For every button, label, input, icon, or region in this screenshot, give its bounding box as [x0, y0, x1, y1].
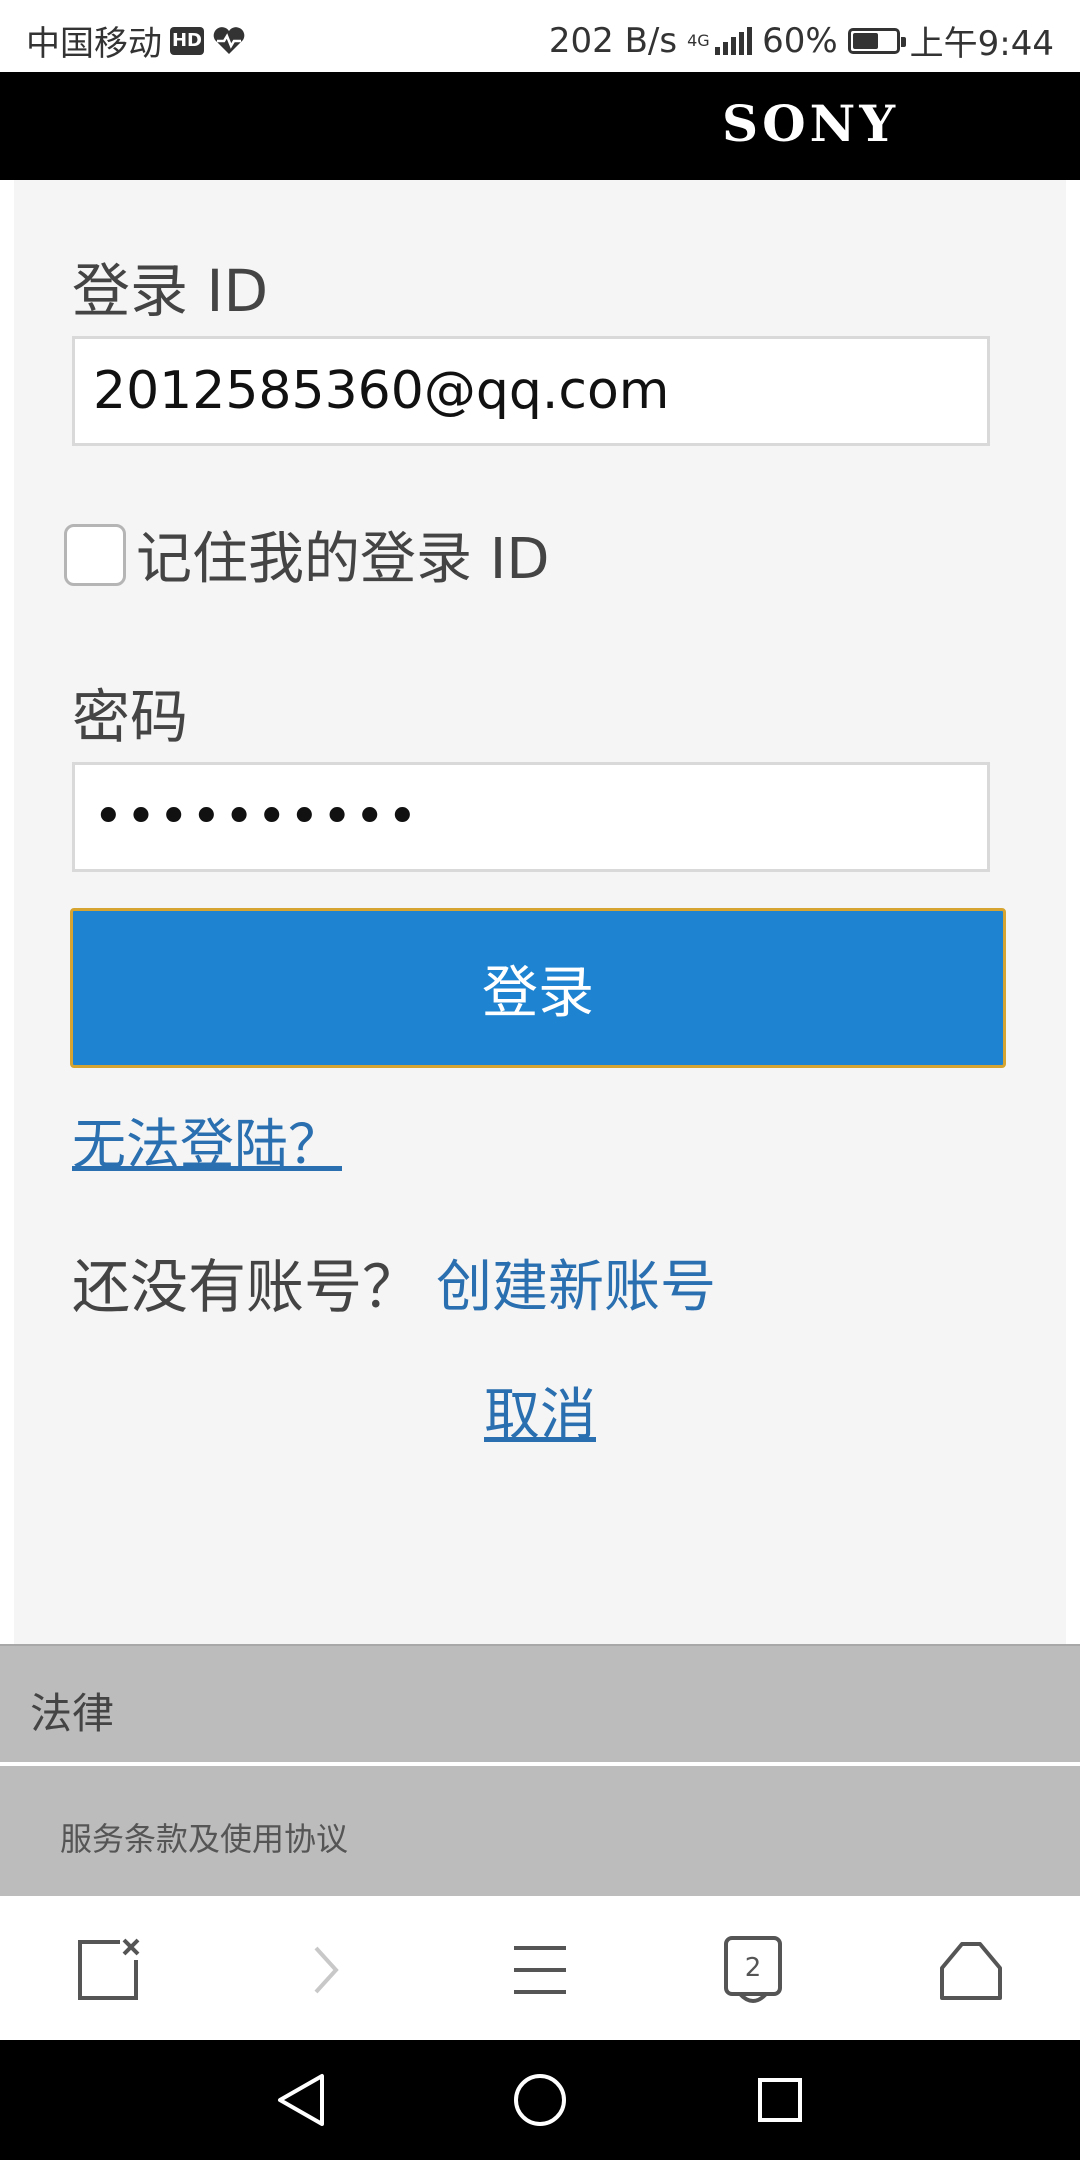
hd-badge: HD — [170, 26, 204, 55]
battery-percent: 60% — [762, 20, 838, 61]
close-page-button[interactable] — [70, 1932, 146, 2008]
remember-checkbox[interactable] — [64, 523, 126, 586]
battery-icon — [847, 27, 906, 54]
login-id-input[interactable] — [75, 339, 987, 443]
cancel-link[interactable]: 取消 — [484, 1383, 596, 1448]
cancel-row: 取消 — [14, 1370, 1066, 1451]
no-account-text: 还没有账号？ — [72, 1253, 421, 1321]
password-input[interactable] — [75, 765, 987, 869]
status-bar: 中国移动 HD 202 B/s 4G 60% 上午9:44 — [0, 0, 1080, 72]
clock: 上午9:44 — [909, 24, 1054, 64]
back-icon — [278, 2074, 324, 2126]
password-field-box — [72, 762, 990, 872]
network-type-icon: 4G — [687, 30, 710, 50]
signal-icon — [715, 26, 753, 55]
browser-toolbar: 2 — [0, 1896, 1080, 2040]
remember-row[interactable]: 记住我的登录 ID — [64, 514, 549, 595]
close-page-icon — [78, 1938, 140, 2000]
nav-recents-button[interactable] — [746, 2066, 814, 2134]
home-circle-icon — [514, 2074, 566, 2126]
login-button[interactable]: 登录 — [70, 908, 1006, 1068]
password-label: 密码 — [72, 683, 189, 751]
network-speed: 202 B/s — [548, 20, 678, 61]
home-button[interactable] — [932, 1932, 1008, 2008]
status-left: 中国移动 HD — [26, 16, 246, 65]
carrier-name: 中国移动 — [26, 24, 162, 64]
recents-icon — [758, 2078, 802, 2122]
forgot-login-link[interactable]: 无法登陆？ — [72, 1100, 342, 1179]
nav-home-button[interactable] — [506, 2066, 574, 2134]
heart-rate-icon — [213, 26, 245, 54]
legal-title: 法律 — [30, 1689, 115, 1738]
signup-row: 还没有账号？ 创建新账号 — [72, 1240, 716, 1324]
remember-label[interactable]: 记住我的登录 ID — [136, 514, 549, 595]
home-icon — [940, 1942, 1002, 2000]
terms-section: 服务条款及使用协议 — [0, 1766, 1080, 1896]
status-right: 202 B/s 4G 60% 上午9:44 — [549, 16, 1054, 65]
terms-link[interactable]: 服务条款及使用协议 — [60, 1814, 348, 1860]
svg-text:2: 2 — [745, 1953, 762, 1983]
menu-button[interactable] — [502, 1932, 578, 2008]
login-id-label: 登录 ID — [72, 257, 269, 325]
tabs-icon: 2 — [724, 1936, 782, 2003]
forward-icon — [314, 1946, 339, 1994]
menu-icon — [514, 1946, 566, 1994]
tabs-button[interactable]: 2 — [716, 1932, 792, 2008]
nav-back-button[interactable] — [268, 2066, 336, 2134]
legal-section[interactable]: 法律 — [0, 1644, 1080, 1762]
android-nav-bar — [0, 2040, 1080, 2160]
login-form: 登录 ID 记住我的登录 ID 密码 登录 无法登陆？ 还没有账号？ 创建新账号… — [14, 180, 1066, 1644]
create-account-link[interactable]: 创建新账号 — [436, 1242, 716, 1323]
sony-logo: SONY — [722, 94, 900, 153]
forward-button[interactable] — [286, 1932, 362, 2008]
login-id-field-box — [72, 336, 990, 446]
brand-header: SONY — [0, 72, 1080, 180]
